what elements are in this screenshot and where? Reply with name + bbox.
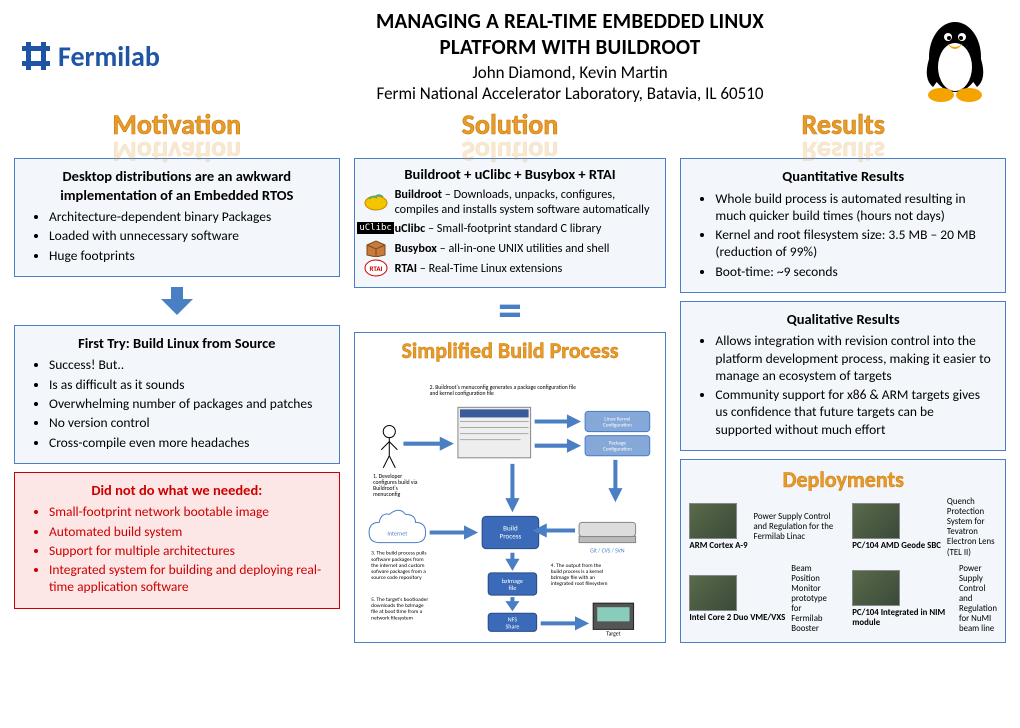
list-item: Boot-time: ~9 seconds [715,263,993,280]
list-item: Community support for x86 & ARM targets … [715,386,993,438]
arrow-down-icon [157,285,197,317]
fermilab-text: Fermilab [58,39,160,74]
qual-title: Qualitative Results [693,310,993,329]
mot1-title1: Desktop distributions are an awkward [63,167,292,185]
step2-label: 2. Buildroot's menuconfig generates a pa… [429,384,576,397]
step1-label: 1. Developerconfigures build viaBuildroo… [373,473,418,498]
tux-logo [910,9,1000,104]
target-label: Target [606,630,620,637]
deployment-item: Intel Core 2 Duo VME/VXS Beam Position M… [689,564,834,635]
list-item: Automated build system [49,523,327,540]
solution-item-uclibc: uClibc uClibc – Small-footprint standard… [363,219,658,237]
quant-results-box: Quantitative Results Whole build process… [680,158,1006,293]
affiliation: Fermi National Accelerator Laboratory, B… [230,83,910,104]
list-item: Support for multiple architectures [49,542,327,559]
diagram-box: Simplified Build Process 1. Developercon… [354,332,667,643]
list-item: Allows integration with revision control… [715,332,993,384]
svn-label: Git / CVS / SVN [590,548,625,555]
poster-title-line2: PLATFORM WITH BUILDROOT [230,34,910,60]
rtai-icon: RTAI [363,259,389,277]
buildroot-icon [363,193,389,211]
motivation-box-1: Desktop distributions are an awkward imp… [14,158,340,277]
solution-title: Solution Solution [354,110,667,150]
mot3-title: Did not do what we needed: [27,481,327,500]
motivation-box-2: First Try: Build Linux from Source Succe… [14,325,340,464]
poster-header: Fermilab MANAGING A REAL-TIME EMBEDDED L… [0,0,1020,108]
motivation-column: Motivation Motivation Desktop distributi… [14,110,340,643]
list-item: Small-footprint network bootable image [49,503,327,520]
quant-title: Quantitative Results [693,167,993,186]
deployment-item: PC/104 AMD Geode SBC Quench Protection S… [852,497,997,558]
list-item: Overwhelming number of packages and patc… [49,395,327,412]
deployments-title: Deployments [689,466,997,493]
solution-column: Solution Solution Buildroot + uClibc + B… [354,110,667,643]
diagram-title: Simplified Build Process [359,337,662,364]
list-item: Integrated system for building and deplo… [49,561,327,596]
list-item: Is as difficult as it sounds [49,376,327,393]
results-title: Results Results [680,110,1006,150]
poster-columns: Motivation Motivation Desktop distributi… [0,110,1020,653]
list-item: Huge footprints [49,247,327,264]
list-item: Kernel and root filesystem size: 3.5 MB … [715,226,993,261]
deployment-photo [689,503,737,539]
list-item: No version control [49,414,327,431]
equals-icon: = [498,296,522,324]
deployment-photo [852,503,900,539]
deployment-item: PC/104 Integrated in NIM module Power Su… [852,564,997,635]
deployments-box: Deployments ARM Cortex A-9 Power Supply … [680,459,1006,643]
solution-item-busybox: Busybox – all-in-one UNIX utilities and … [363,239,658,257]
deployment-photo [689,575,737,611]
svg-text:RTAI: RTAI [369,264,382,273]
solution-heading: Buildroot + uClibc + Busybox + RTAI [363,165,658,183]
mot2-title: First Try: Build Linux from Source [27,334,327,353]
solution-item-rtai: RTAI RTAI – Real-Time Linux extensions [363,259,658,277]
authors: John Diamond, Kevin Martin [230,62,910,83]
list-item: Loaded with unnecessary software [49,227,327,244]
step5-label: 5. The target's bootloaderdownloads the … [371,597,428,621]
qual-results-box: Qualitative Results Allows integration w… [680,301,1006,451]
list-item: Cross-compile even more headaches [49,434,327,451]
kernel-cfg: Linux KernelConfiguration [603,416,632,428]
solution-item-buildroot: Buildroot – Downloads, unpacks, configur… [363,187,658,217]
solution-box: Buildroot + uClibc + Busybox + RTAI Buil… [354,158,667,288]
uclibc-icon: uClibc [363,219,389,237]
step3-label: 3. The build process pullssoftware packa… [371,551,426,581]
busybox-icon [363,239,389,257]
step4-label: 4. The output from thebuild process is a… [550,563,607,587]
list-item: Architecture-dependent binary Packages [49,208,327,225]
internet-label: Internet [387,530,407,538]
build-process-diagram: 1. Developerconfigures build viaBuildroo… [359,366,662,638]
title-block: MANAGING A REAL-TIME EMBEDDED LINUX PLAT… [230,8,910,104]
list-item: Success! But.. [49,356,327,373]
motivation-box-3: Did not do what we needed: Small-footpri… [14,472,340,609]
mot1-title2: implementation of an Embedded RTOS [60,186,293,204]
list-item: Whole build process is automated resulti… [715,190,993,225]
fermilab-logo: Fermilab [20,39,230,74]
motivation-title: Motivation Motivation [14,110,340,150]
deployment-photo [852,570,900,606]
fermilab-icon [20,40,52,72]
deployment-item: ARM Cortex A-9 Power Supply Control and … [689,497,834,558]
poster-title-line1: MANAGING A REAL-TIME EMBEDDED LINUX [230,8,910,34]
results-column: Results Results Quantitative Results Who… [680,110,1006,643]
